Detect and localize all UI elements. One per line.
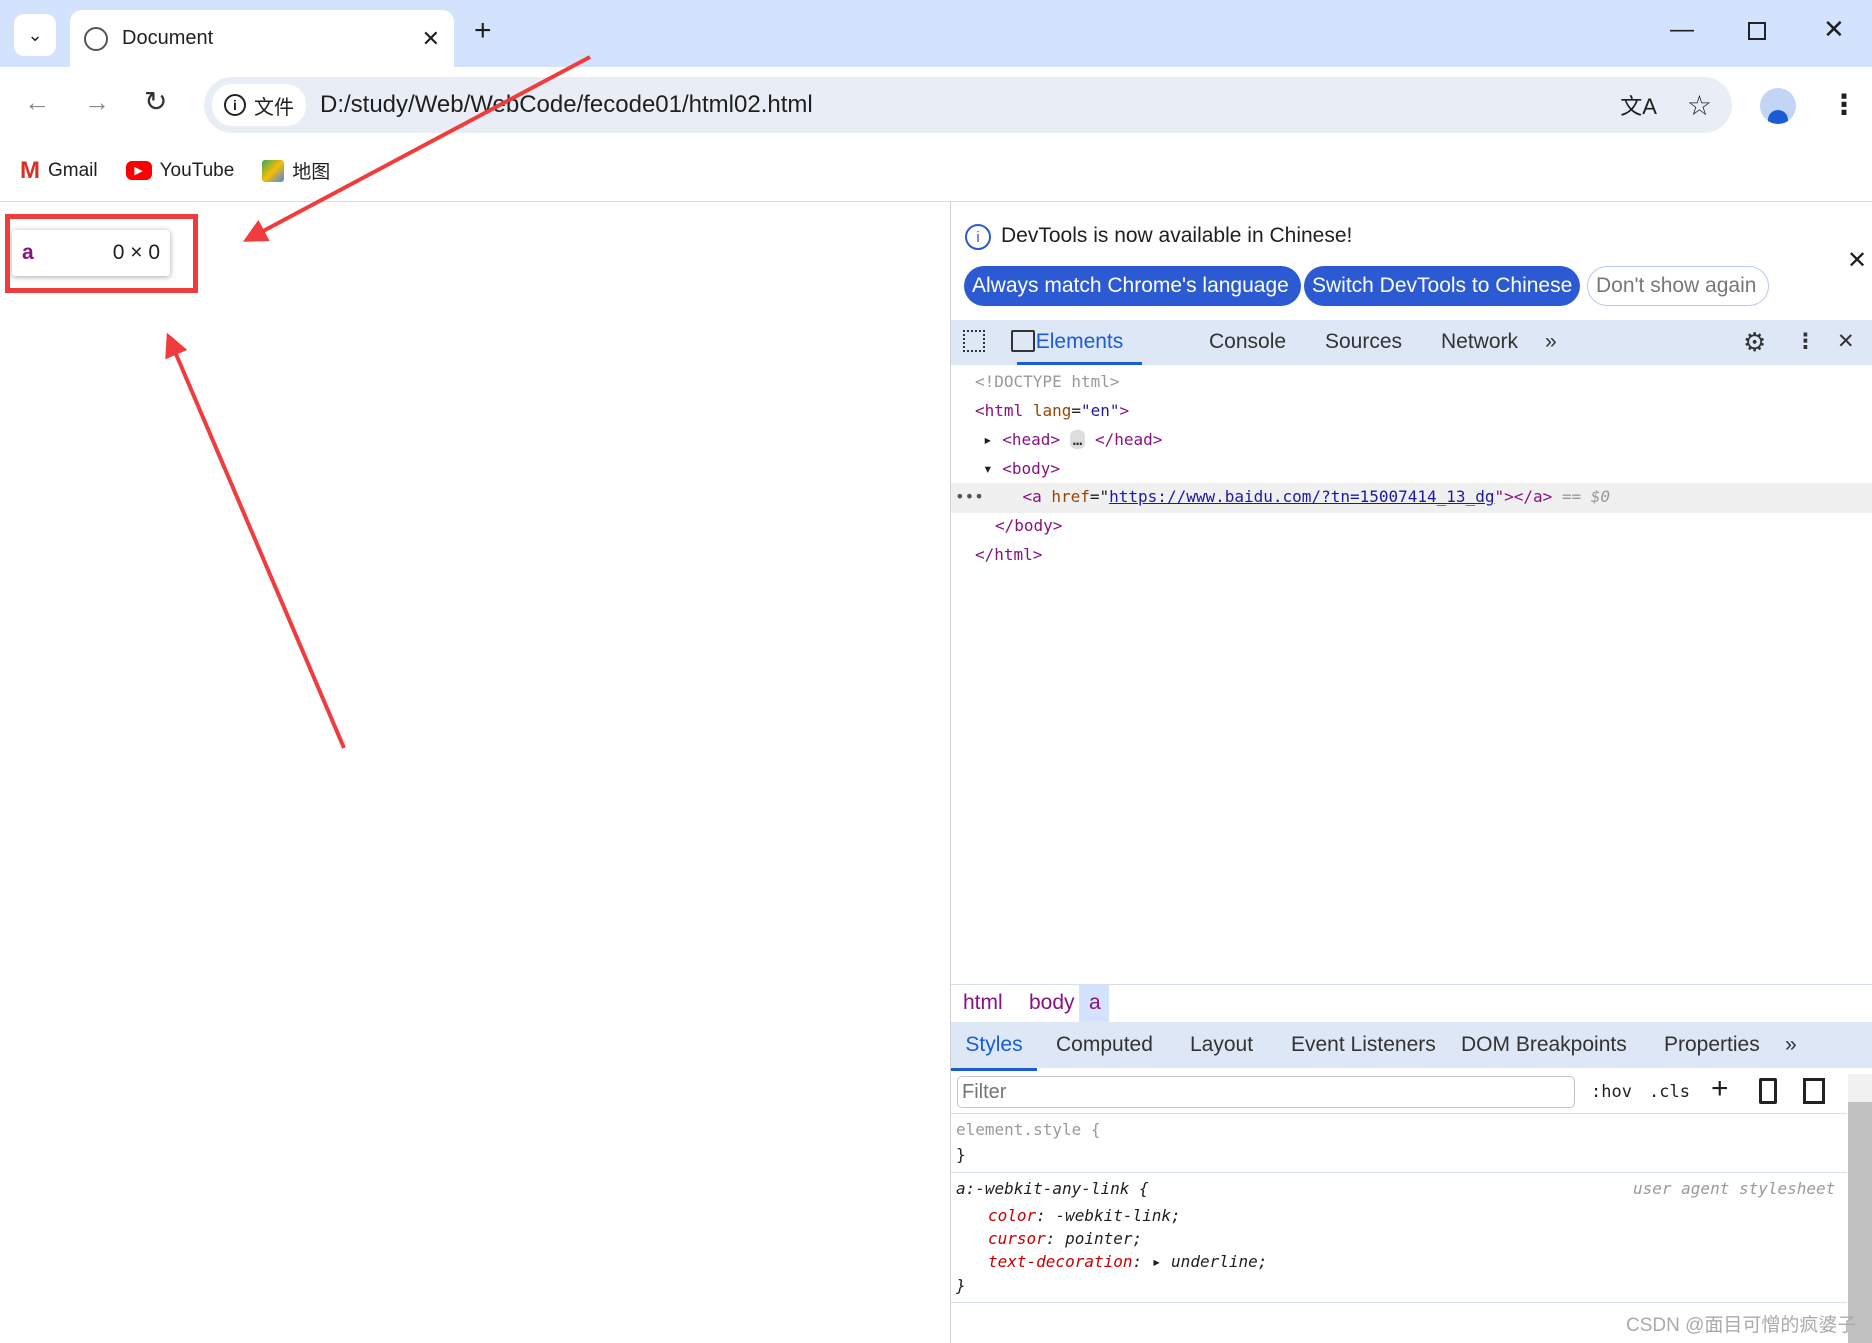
cls-toggle[interactable]: .cls <box>1649 1082 1690 1102</box>
infobar-message: DevTools is now available in Chinese! <box>1001 224 1353 247</box>
tag: <a <box>1022 487 1042 506</box>
menu-icon[interactable]: ⋮ <box>1830 88 1858 121</box>
profile-avatar[interactable] <box>1760 88 1796 124</box>
hov-toggle[interactable]: :hov <box>1591 1082 1632 1102</box>
divider <box>951 1172 1847 1173</box>
inspect-element-icon[interactable] <box>963 330 985 352</box>
tab-sources[interactable]: Sources <box>1325 320 1402 365</box>
tab-console[interactable]: Console <box>1209 320 1286 365</box>
rule-close: } <box>956 1276 966 1295</box>
more-tabs-icon[interactable]: » <box>1545 320 1557 365</box>
expand-icon[interactable]: ▸ <box>1152 1252 1162 1271</box>
dom-a[interactable]: ••• <a href="https://www.baidu.com/?tn=1… <box>955 487 1610 506</box>
devtools-tabbar: Elements Console Sources Network » ⚙ ⋮ ✕ <box>951 320 1872 365</box>
tab-event-listeners[interactable]: Event Listeners <box>1291 1022 1436 1068</box>
breadcrumb: html body a <box>951 984 1872 1023</box>
maximize-button[interactable] <box>1748 22 1766 40</box>
tab-styles[interactable]: Styles <box>951 1022 1037 1071</box>
infobar-close-icon[interactable]: ✕ <box>1847 246 1867 275</box>
close-window-button[interactable]: ✕ <box>1823 14 1845 45</box>
tag: </head> <box>1094 430 1163 449</box>
dom-html[interactable]: <html lang="en"> <box>975 401 1129 420</box>
arrow-to-tooltip <box>242 55 591 242</box>
attr-name: href <box>1051 487 1090 506</box>
element-style-rule[interactable]: element.style { <box>956 1120 1101 1139</box>
settings-gear-icon[interactable]: ⚙ <box>1743 320 1766 365</box>
dom-doctype[interactable]: <!DOCTYPE html> <box>975 372 1120 391</box>
decl-cursor[interactable]: cursor: pointer; <box>988 1229 1142 1248</box>
match-language-button[interactable]: Always match Chrome's language <box>964 266 1301 306</box>
breadcrumb-html[interactable]: html <box>963 991 1003 1015</box>
ua-source: user agent stylesheet <box>1633 1179 1836 1198</box>
rule-close: } <box>956 1145 966 1164</box>
annotation-arrows <box>165 55 591 749</box>
translate-icon[interactable]: 文A <box>1620 89 1657 121</box>
new-rule-icon[interactable]: + <box>1711 1072 1729 1106</box>
watermark: CSDN @面目可憎的疯婆子 <box>1626 1315 1857 1336</box>
minimize-button[interactable]: — <box>1670 16 1694 44</box>
prop-value: pointer; <box>1065 1229 1143 1248</box>
tag: "></a> <box>1494 487 1553 506</box>
tab-properties[interactable]: Properties <box>1664 1022 1760 1068</box>
styles-scrollbar[interactable] <box>1848 1074 1872 1343</box>
tab-network[interactable]: Network <box>1441 320 1518 365</box>
tab-elements[interactable]: Elements <box>1017 320 1142 365</box>
attr-value: "en" <box>1080 401 1120 420</box>
breadcrumb-a[interactable]: a <box>1079 985 1109 1023</box>
bookmark-star-icon[interactable]: ☆ <box>1687 89 1712 122</box>
prop-name: text-decoration <box>988 1252 1133 1271</box>
attr-name: lang <box>1032 401 1072 420</box>
tag: <body> <box>1002 459 1061 478</box>
decl-color[interactable]: color: -webkit-link; <box>988 1206 1181 1225</box>
tab-layout[interactable]: Layout <box>1190 1022 1253 1068</box>
toggle-sidebar-icon[interactable] <box>1803 1078 1825 1104</box>
prop-name: cursor <box>988 1229 1046 1248</box>
dom-head[interactable]: ▸ <head> … </head> <box>983 430 1162 449</box>
dont-show-again-button[interactable]: Don't show again <box>1587 266 1769 306</box>
tag: <html <box>975 401 1024 420</box>
tab-dom-breakpoints[interactable]: DOM Breakpoints <box>1461 1022 1627 1068</box>
styles-filter-input[interactable] <box>957 1076 1575 1108</box>
selected-marker: == $0 <box>1561 487 1611 506</box>
dom-body[interactable]: ▾ <body> <box>983 459 1060 478</box>
prop-name: color <box>988 1206 1037 1225</box>
ellipsis-icon[interactable]: … <box>1069 430 1086 449</box>
divider <box>951 1302 1847 1303</box>
more-tabs-icon[interactable]: » <box>1785 1022 1797 1068</box>
divider <box>951 1113 1847 1114</box>
switch-chinese-button[interactable]: Switch DevTools to Chinese <box>1304 266 1580 306</box>
href-link[interactable]: https://www.baidu.com/?tn=15007414_13_dg <box>1109 487 1494 506</box>
prop-value: -webkit-link; <box>1055 1206 1181 1225</box>
breadcrumb-body[interactable]: body <box>1029 991 1075 1015</box>
tab-computed[interactable]: Computed <box>1056 1022 1153 1068</box>
devtools-panel: i DevTools is now available in Chinese! … <box>950 202 1872 1343</box>
paint-brush-icon[interactable] <box>1759 1078 1777 1104</box>
devtools-close-icon[interactable]: ✕ <box>1837 320 1855 365</box>
tag: <head> <box>1002 430 1061 449</box>
ua-rule-selector[interactable]: a:-webkit-any-link { <box>956 1179 1149 1198</box>
info-icon: i <box>965 224 991 250</box>
devtools-menu-icon[interactable]: ⋮ <box>1795 320 1816 365</box>
prop-value: underline; <box>1171 1252 1268 1271</box>
dom-html-close[interactable]: </html> <box>975 545 1042 564</box>
dom-body-close[interactable]: </body> <box>995 516 1062 535</box>
styles-tabbar: Styles Computed Layout Event Listeners D… <box>951 1022 1872 1071</box>
arrow-to-box <box>165 332 346 749</box>
decl-text-decoration[interactable]: text-decoration: ▸ underline; <box>988 1252 1267 1271</box>
